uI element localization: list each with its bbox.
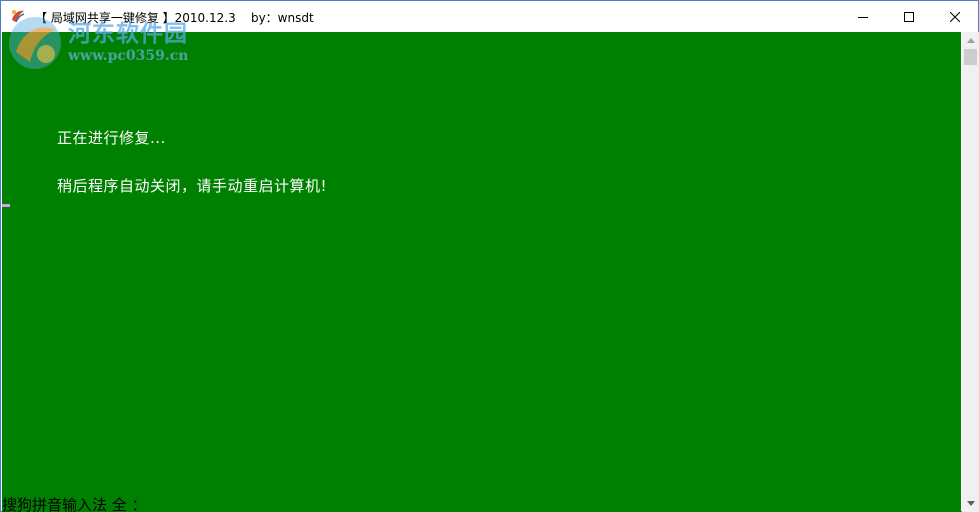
title-bar[interactable]: 【 局域网共享一键修复 】2010.12.3 by：wnsdt	[1, 1, 978, 32]
chevron-up-icon	[966, 38, 975, 43]
minimize-icon	[858, 16, 868, 18]
vertical-scrollbar[interactable]	[962, 32, 979, 512]
scroll-up-button[interactable]	[962, 32, 979, 49]
text-cursor	[2, 204, 10, 207]
scroll-thumb[interactable]	[964, 49, 977, 65]
maximize-button[interactable]	[886, 1, 932, 32]
window-title: 【 局域网共享一键修复 】2010.12.3 by：wnsdt	[35, 11, 314, 25]
scroll-down-button[interactable]	[962, 495, 979, 512]
close-icon	[950, 11, 960, 22]
app-icon[interactable]	[10, 8, 26, 24]
maximize-icon	[904, 11, 914, 22]
chevron-down-icon	[966, 501, 975, 506]
console-output-area[interactable]: 正在进行修复... 稍后程序自动关闭，请手动重启计算机! 搜狗拼音输入法 全 ：	[2, 32, 961, 512]
minimize-button[interactable]	[840, 1, 886, 32]
console-window: 【 局域网共享一键修复 】2010.12.3 by：wnsdt 正在进行修复..…	[0, 0, 979, 512]
console-line-restart-notice: 稍后程序自动关闭，请手动重启计算机!	[57, 177, 328, 195]
console-line-repairing: 正在进行修复...	[57, 129, 166, 147]
ime-status-bar: 搜狗拼音输入法 全 ：	[2, 494, 147, 512]
close-button[interactable]	[932, 1, 978, 32]
